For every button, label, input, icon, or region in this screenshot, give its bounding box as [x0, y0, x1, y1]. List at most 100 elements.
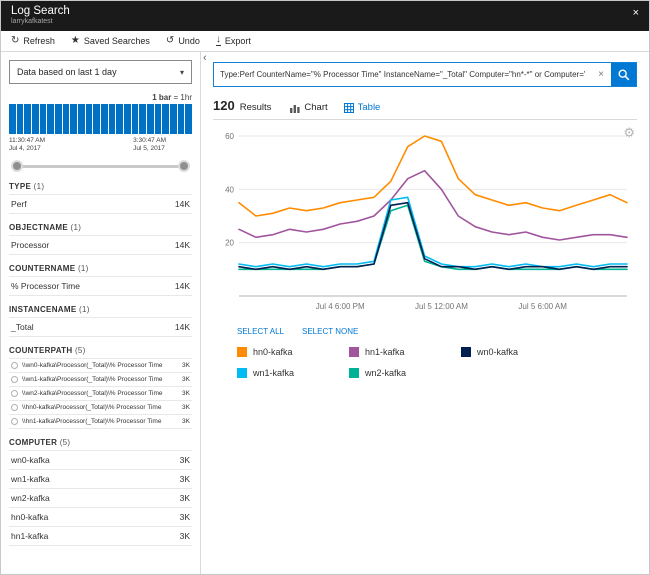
time-scope-label: Data based on last 1 day: [17, 67, 117, 77]
tab-chart[interactable]: Chart: [290, 102, 328, 113]
select-none-link[interactable]: SELECT NONE: [302, 327, 358, 336]
facet-row-count: 3K: [179, 512, 190, 523]
table-icon: [343, 102, 354, 113]
legend-item[interactable]: wn2-kafka: [349, 368, 461, 378]
histogram-bar[interactable]: [154, 104, 162, 134]
histogram-bar[interactable]: [147, 104, 154, 134]
legend-label: wn0-kafka: [477, 347, 519, 357]
facet-row[interactable]: Processor 14K: [9, 236, 192, 256]
histogram-bar[interactable]: [131, 104, 139, 134]
gear-icon[interactable]: ⚙: [623, 126, 635, 139]
legend-item[interactable]: hn0-kafka: [237, 347, 349, 357]
histogram-bar[interactable]: [62, 104, 70, 134]
chart-svg: 20 40 60 Jul 4 6:00 PM Jul 5 12:00 AM Jul 5 6…: [225, 132, 628, 311]
facet-row[interactable]: _Total 14K: [9, 318, 192, 338]
facet-row-count: 14K: [174, 322, 190, 333]
histogram-bar[interactable]: [185, 104, 193, 134]
histogram-bar[interactable]: [70, 104, 78, 134]
histogram-bar[interactable]: [116, 104, 124, 134]
facet-title: INSTANCENAME (1): [9, 305, 90, 315]
histogram-bar[interactable]: [93, 104, 101, 134]
export-icon: ↓: [215, 34, 221, 46]
checkbox-icon[interactable]: [11, 362, 18, 370]
time-start-label: 11:30:47 AM Jul 4, 2017: [9, 137, 46, 153]
histogram-bar[interactable]: [108, 104, 116, 134]
histogram-bar[interactable]: [139, 104, 147, 134]
histogram-bar[interactable]: [32, 104, 39, 134]
facet-row[interactable]: \\wn2-kafka\Processor(_Total)\% Processo…: [9, 387, 192, 402]
tab-table[interactable]: Table: [343, 102, 380, 113]
facet-row-count: 14K: [174, 240, 190, 251]
facet-title: COMPUTER (5): [9, 438, 71, 448]
histogram-bar[interactable]: [170, 104, 177, 134]
time-scope-dropdown[interactable]: Data based on last 1 day ▾: [9, 60, 192, 84]
facet-row[interactable]: wn1-kafka 3K: [9, 470, 192, 490]
facet-row[interactable]: wn2-kafka 3K: [9, 489, 192, 509]
svg-text:Jul 5 12:00 AM: Jul 5 12:00 AM: [415, 302, 468, 311]
histogram-bar[interactable]: [47, 104, 55, 134]
undo-button[interactable]: ↺ Undo: [166, 36, 200, 47]
histogram-bar[interactable]: [162, 104, 170, 134]
facet-row-label: wn2-kafka: [11, 493, 50, 504]
legend-item[interactable]: wn0-kafka: [461, 347, 573, 357]
facet-row[interactable]: hn1-kafka 3K: [9, 527, 192, 547]
checkbox-icon[interactable]: [11, 404, 18, 412]
query-bar: ×: [213, 62, 637, 87]
facet-section: TYPE (1) Perf 14K: [9, 182, 192, 215]
histogram-bar[interactable]: [39, 104, 47, 134]
checkbox-icon[interactable]: [11, 390, 18, 398]
facet-row-count: 3K: [179, 531, 190, 542]
slider-track[interactable]: [11, 165, 190, 169]
legend-item[interactable]: hn1-kafka: [349, 347, 461, 357]
histogram-bar[interactable]: [85, 104, 93, 134]
legend-swatch: [349, 347, 359, 357]
histogram-bar[interactable]: [24, 104, 32, 134]
facet-row-label: \\wn0-kafka\Processor(_Total)\% Processo…: [22, 362, 163, 370]
saved-searches-button[interactable]: ★ Saved Searches: [71, 36, 150, 47]
histogram-bar[interactable]: [55, 104, 62, 134]
facet-row-count: 3K: [182, 362, 190, 370]
close-icon[interactable]: ×: [633, 8, 639, 19]
facet-row-label: _Total: [11, 322, 34, 333]
refresh-button[interactable]: ↻ Refresh: [11, 36, 55, 47]
histogram-bar[interactable]: [101, 104, 108, 134]
histogram-bar[interactable]: [124, 104, 131, 134]
facet-row-count: 3K: [179, 474, 190, 485]
facet-row[interactable]: \\wn1-kafka\Processor(_Total)\% Processo…: [9, 373, 192, 388]
clear-query-icon[interactable]: ×: [591, 69, 611, 80]
facet-row-label: wn1-kafka: [11, 474, 50, 485]
facet-sidebar: Data based on last 1 day ▾ 1 bar = 1hr 1…: [1, 52, 201, 574]
facet-row[interactable]: \\hn1-kafka\Processor(_Total)\% Processo…: [9, 415, 192, 430]
facet-row[interactable]: wn0-kafka 3K: [9, 451, 192, 471]
histogram-bar[interactable]: [16, 104, 24, 134]
facet-row[interactable]: hn0-kafka 3K: [9, 508, 192, 528]
time-histogram[interactable]: [9, 104, 193, 134]
facet-row[interactable]: \\hn0-kafka\Processor(_Total)\% Processo…: [9, 401, 192, 416]
histogram-bar[interactable]: [78, 104, 85, 134]
facet-row[interactable]: \\wn0-kafka\Processor(_Total)\% Processo…: [9, 359, 192, 374]
slider-handle-right[interactable]: [178, 160, 190, 173]
collapse-sidebar-icon[interactable]: ‹: [203, 53, 207, 64]
facet-row-label: \\wn1-kafka\Processor(_Total)\% Processo…: [22, 376, 163, 384]
bar-unit-label: 1 bar = 1hr: [152, 93, 192, 102]
legend-item[interactable]: wn1-kafka: [237, 368, 349, 378]
histogram-bar[interactable]: [177, 104, 185, 134]
export-button[interactable]: ↓ Export: [215, 34, 251, 46]
checkbox-icon[interactable]: [11, 418, 18, 426]
facet-row-label: \\wn2-kafka\Processor(_Total)\% Processo…: [22, 390, 163, 398]
query-input[interactable]: [214, 63, 592, 86]
facet-row-label: hn1-kafka: [11, 531, 49, 542]
svg-text:60: 60: [225, 132, 234, 141]
export-label: Export: [224, 36, 251, 46]
time-end-label: 3:30:47 AM Jul 5, 2017: [133, 137, 166, 153]
legend-swatch: [461, 347, 471, 357]
slider-handle-left[interactable]: [11, 160, 23, 173]
select-all-link[interactable]: SELECT ALL: [237, 327, 284, 336]
histogram-bar[interactable]: [9, 104, 16, 134]
facet-section: INSTANCENAME (1) _Total 14K: [9, 305, 192, 338]
checkbox-icon[interactable]: [11, 376, 18, 384]
facet-row[interactable]: % Processor Time 14K: [9, 277, 192, 297]
facet-row[interactable]: Perf 14K: [9, 195, 192, 215]
search-button[interactable]: [611, 63, 636, 86]
undo-label: Undo: [178, 36, 200, 46]
